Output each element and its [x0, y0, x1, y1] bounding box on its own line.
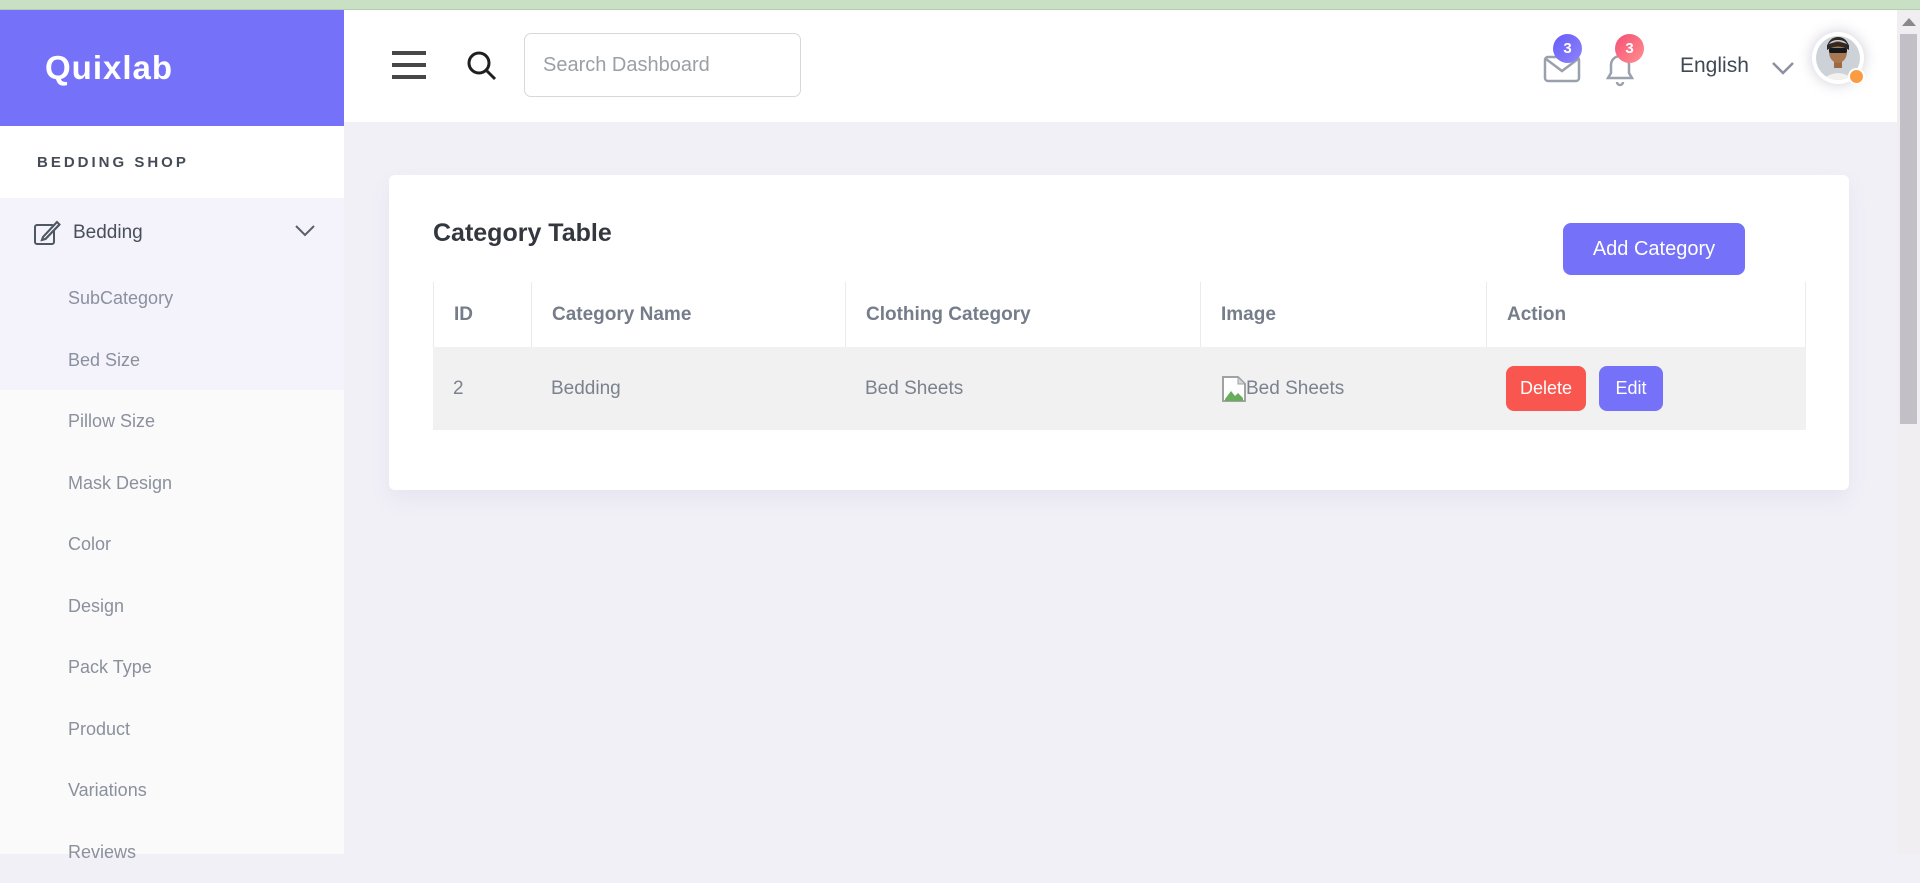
app-logo-text: Quixlab [45, 49, 173, 87]
main-content: Category Table Add Category ID Category … [344, 122, 1897, 854]
cell-clothing-category: Bed Sheets [845, 347, 1200, 430]
category-table: ID Category Name Clothing Category Image… [433, 282, 1806, 430]
page-title: Category Table [433, 219, 612, 248]
column-header-clothing-category: Clothing Category [845, 282, 1200, 347]
edit-icon [33, 219, 61, 247]
image-alt-text: Bed Sheets [1246, 378, 1344, 400]
notifications-badge[interactable]: 3 [1615, 34, 1644, 63]
sidebar-item-design[interactable]: Design [0, 576, 344, 638]
browser-top-strip [0, 0, 1920, 10]
table-row: 2 Bedding Bed Sheets Bed Sheets Delete E… [433, 347, 1806, 430]
status-dot [1848, 68, 1865, 85]
app-logo[interactable]: Quixlab [0, 10, 344, 126]
language-label: English [1680, 54, 1749, 78]
sidebar-submenu: SubCategory Bed Size Pillow Size Mask De… [0, 268, 344, 883]
user-avatar[interactable] [1812, 32, 1864, 84]
cell-action: Delete Edit [1486, 347, 1806, 430]
sidebar-item-variations[interactable]: Variations [0, 760, 344, 822]
add-category-button[interactable]: Add Category [1563, 223, 1745, 275]
broken-image-icon [1220, 374, 1248, 404]
column-header-action: Action [1486, 282, 1806, 347]
column-header-id: ID [433, 282, 531, 347]
sidebar-item-color[interactable]: Color [0, 514, 344, 576]
sidebar-item-subcategory[interactable]: SubCategory [0, 268, 344, 330]
search-input[interactable] [524, 33, 801, 97]
sidebar-item-bed-size[interactable]: Bed Size [0, 330, 344, 392]
sidebar-item-pack-type[interactable]: Pack Type [0, 637, 344, 699]
sidebar-item-bedding[interactable]: Bedding [0, 202, 344, 264]
edit-button[interactable]: Edit [1599, 366, 1663, 411]
sidebar-item-reviews[interactable]: Reviews [0, 822, 344, 883]
top-header: 3 3 English [344, 10, 1897, 122]
column-header-image: Image [1200, 282, 1486, 347]
sidebar-item-mask-design[interactable]: Mask Design [0, 453, 344, 515]
cell-image: Bed Sheets [1200, 347, 1486, 430]
scroll-up-icon[interactable] [1902, 18, 1916, 26]
delete-button[interactable]: Delete [1506, 366, 1586, 411]
cell-category-name: Bedding [531, 347, 845, 430]
hamburger-menu-icon[interactable] [392, 51, 426, 79]
vertical-scrollbar[interactable] [1897, 10, 1920, 854]
cell-id: 2 [433, 347, 531, 430]
sidebar-section-label: BEDDING SHOP [37, 154, 189, 171]
sidebar: Quixlab BEDDING SHOP Bedding SubCategory… [0, 10, 344, 854]
language-selector[interactable]: English [1680, 10, 1795, 122]
messages-badge[interactable]: 3 [1553, 34, 1582, 63]
sidebar-section: BEDDING SHOP [0, 126, 344, 198]
sidebar-item-label: Bedding [73, 222, 143, 244]
category-table-card: Category Table Add Category ID Category … [389, 175, 1849, 490]
table-header-row: ID Category Name Clothing Category Image… [433, 282, 1806, 347]
chevron-down-icon [1771, 61, 1795, 76]
chevron-down-icon[interactable] [294, 224, 316, 238]
search-icon[interactable] [464, 48, 500, 84]
sidebar-item-product[interactable]: Product [0, 699, 344, 761]
sidebar-item-pillow-size[interactable]: Pillow Size [0, 391, 344, 453]
column-header-category-name: Category Name [531, 282, 845, 347]
scrollbar-thumb[interactable] [1900, 34, 1917, 424]
